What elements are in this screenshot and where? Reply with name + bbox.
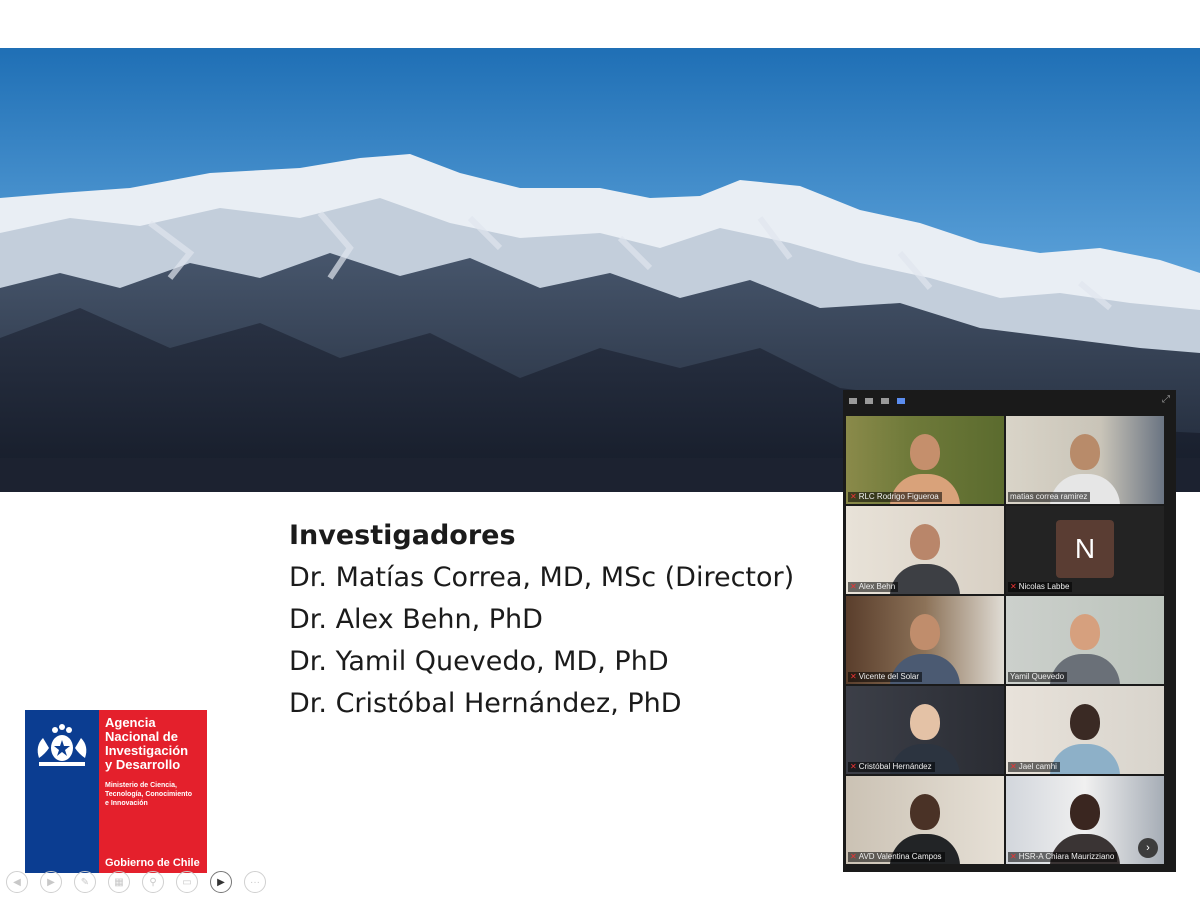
logo-emblem-panel — [25, 710, 99, 873]
muted-mic-icon: ✕ — [1010, 852, 1017, 861]
participant-name: Vicente del Solar — [858, 672, 920, 681]
participant-name-label: ✕ Vicente del Solar — [848, 672, 923, 682]
participant-name-label: ✕ HSR-A Chiara Maurizziano — [1008, 852, 1118, 862]
participant-tile[interactable]: ✕ AVD Valentina Campos — [846, 776, 1004, 864]
next-page-icon[interactable]: › — [1138, 838, 1158, 858]
participant-name-label: ✕ Cristóbal Hernández — [848, 762, 935, 772]
participant-grid: ✕ RLC Rodrigo Figueroa matias correa rami… — [846, 416, 1168, 864]
agency-line: y Desarrollo — [105, 757, 181, 772]
more-icon[interactable]: ··· — [244, 871, 266, 893]
participant-name: Nicolas Labbe — [1018, 582, 1070, 591]
participant-name-label: Yamil Quevedo — [1008, 672, 1068, 682]
ministry-line: Tecnología, Conocimiento — [105, 791, 192, 798]
pen-icon[interactable]: ✎ — [74, 871, 96, 893]
participant-name: HSR-A Chiara Maurizziano — [1018, 852, 1115, 861]
next-icon[interactable]: ▶ — [40, 871, 62, 893]
speaker-view-icon[interactable] — [849, 398, 857, 404]
muted-mic-icon: ✕ — [850, 852, 857, 861]
logo-text-panel: Agencia Nacional de Investigación y Desa… — [99, 710, 207, 873]
chile-coat-of-arms-icon — [37, 724, 87, 766]
researcher-name: Dr. Alex Behn, PhD — [289, 604, 543, 635]
anid-logo: Agencia Nacional de Investigación y Desa… — [25, 710, 207, 873]
participant-tile[interactable]: ✕ Jael camhi — [1006, 686, 1164, 774]
gallery-view-icon[interactable] — [897, 398, 905, 404]
participant-name: AVD Valentina Campos — [858, 852, 942, 861]
researchers-heading: Investigadores — [289, 520, 516, 551]
participant-tile[interactable]: ✕ RLC Rodrigo Figueroa — [846, 416, 1004, 504]
participant-name-label: ✕ Jael camhi — [1008, 762, 1060, 772]
muted-mic-icon: ✕ — [1010, 582, 1017, 591]
participant-name: Yamil Quevedo — [1010, 672, 1065, 681]
participant-name-label: ✕ AVD Valentina Campos — [848, 852, 945, 862]
participant-tile[interactable]: ✕ Vicente del Solar — [846, 596, 1004, 684]
slideshow-toolbar: ◀ ▶ ✎ ▦ ⚲ ▭ ▶ ··· — [6, 870, 266, 894]
participant-avatar: N — [1056, 520, 1114, 578]
muted-mic-icon: ✕ — [850, 492, 857, 501]
participant-name: Alex Behn — [858, 582, 896, 591]
participant-tile[interactable]: matias correa ramirez — [1006, 416, 1164, 504]
government-label: Gobierno de Chile — [105, 857, 200, 869]
side-view-icon[interactable] — [881, 398, 889, 404]
film-view-icon[interactable] — [865, 398, 873, 404]
participant-tile[interactable]: ✕ Alex Behn — [846, 506, 1004, 594]
participant-name: matias correa ramirez — [1010, 492, 1088, 501]
participant-name: Cristóbal Hernández — [858, 762, 932, 771]
video-call-window: ⤢ ✕ RLC Rodrigo Figueroa matias correa ra… — [843, 390, 1176, 872]
subtitles-icon[interactable]: ▭ — [176, 871, 198, 893]
agency-line: Agencia — [105, 715, 156, 730]
researcher-name: Dr. Cristóbal Hernández, PhD — [289, 688, 682, 719]
muted-mic-icon: ✕ — [850, 762, 857, 771]
participant-name: RLC Rodrigo Figueroa — [858, 492, 939, 501]
ministry-line: Ministerio de Ciencia, — [105, 782, 177, 789]
ministry-line: e Innovación — [105, 800, 148, 807]
agency-line: Nacional de — [105, 729, 178, 744]
ministry-name: Ministerio de Ciencia, Tecnología, Conoc… — [105, 781, 207, 808]
participant-tile-active-speaker[interactable]: Yamil Quevedo — [1006, 596, 1164, 684]
participant-name-label: matias correa ramirez — [1008, 492, 1091, 502]
view-switcher — [843, 390, 1176, 412]
researcher-name: Dr. Matías Correa, MD, MSc (Director) — [289, 562, 795, 593]
muted-mic-icon: ✕ — [850, 582, 857, 591]
participant-name: Jael camhi — [1018, 762, 1057, 771]
muted-mic-icon: ✕ — [1010, 762, 1017, 771]
participant-tile[interactable]: ✕ Cristóbal Hernández — [846, 686, 1004, 774]
camera-icon[interactable]: ▶ — [210, 871, 232, 893]
slides-icon[interactable]: ▦ — [108, 871, 130, 893]
researchers-section: Investigadores Dr. Matías Correa, MD, MS… — [289, 515, 849, 725]
participant-name-label: ✕ RLC Rodrigo Figueroa — [848, 492, 942, 502]
zoom-icon[interactable]: ⚲ — [142, 871, 164, 893]
agency-name: Agencia Nacional de Investigación y Desa… — [105, 716, 207, 772]
expand-icon[interactable]: ⤢ — [1162, 394, 1170, 405]
participant-tile[interactable]: N ✕ Nicolas Labbe — [1006, 506, 1164, 594]
researcher-name: Dr. Yamil Quevedo, MD, PhD — [289, 646, 669, 677]
previous-icon[interactable]: ◀ — [6, 871, 28, 893]
participant-name-label: ✕ Nicolas Labbe — [1008, 582, 1073, 592]
participant-name-label: ✕ Alex Behn — [848, 582, 899, 592]
agency-line: Investigación — [105, 743, 189, 758]
participant-tile[interactable]: ✕ HSR-A Chiara Maurizziano › — [1006, 776, 1164, 864]
muted-mic-icon: ✕ — [850, 672, 857, 681]
